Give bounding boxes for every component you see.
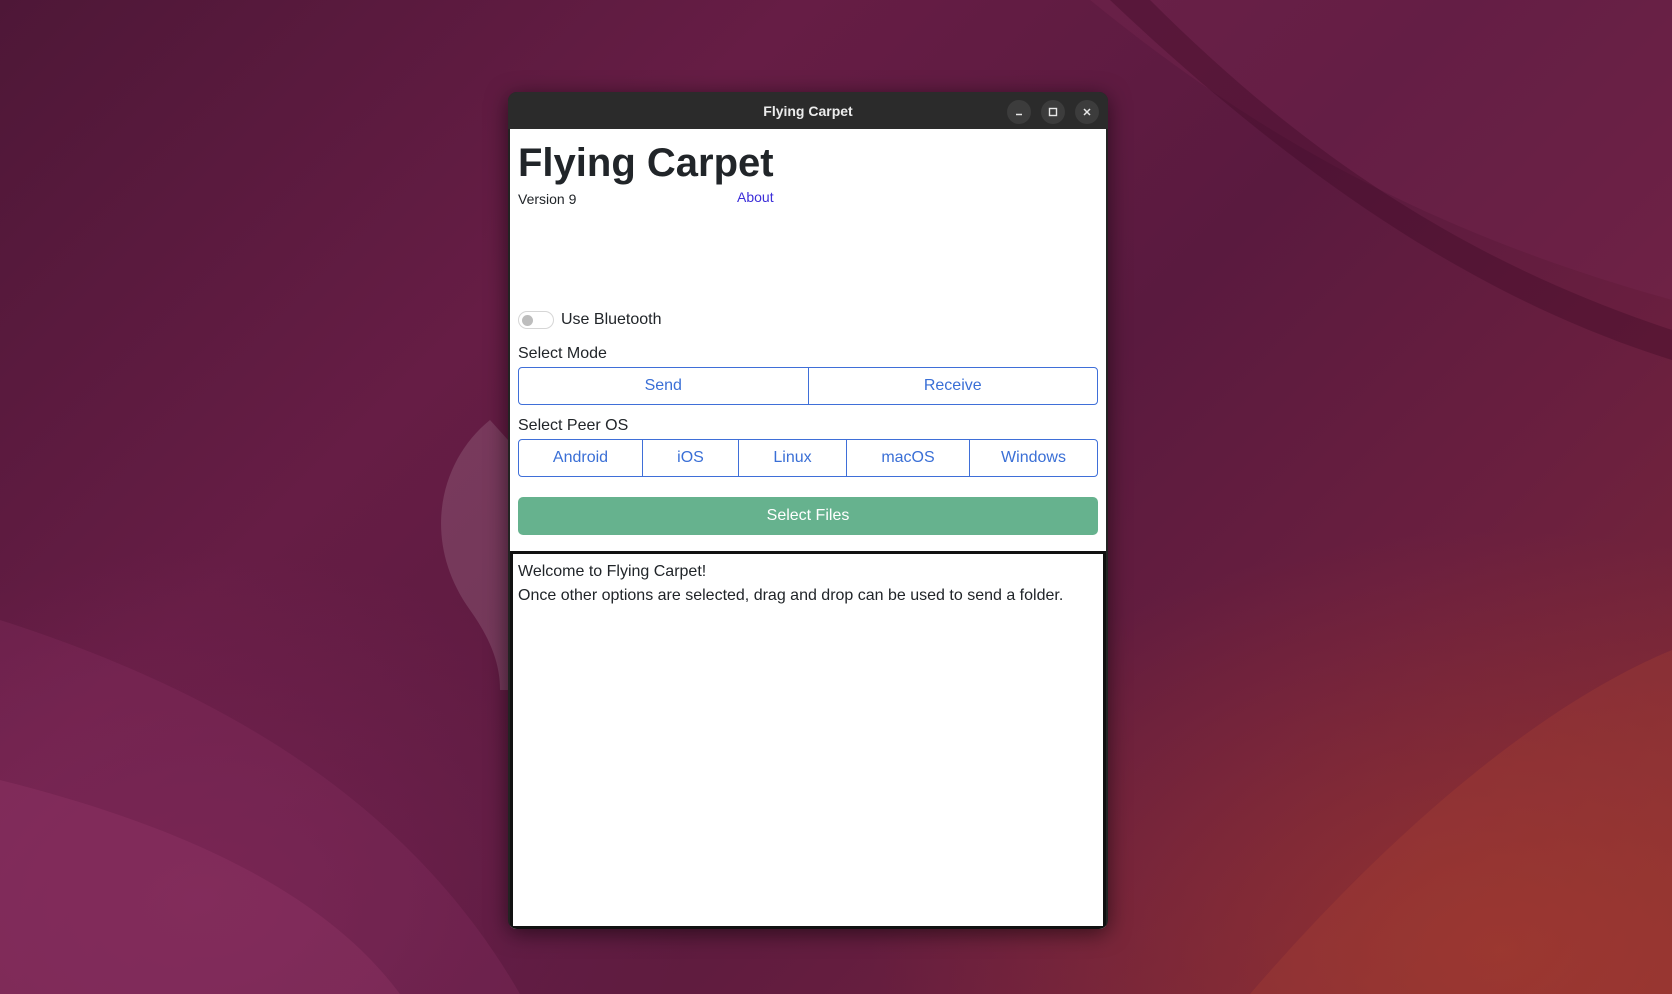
about-link[interactable]: About: [737, 189, 774, 205]
close-icon: [1083, 108, 1091, 116]
title-bar[interactable]: Flying Carpet: [508, 92, 1108, 129]
minimize-button[interactable]: [1007, 100, 1031, 124]
android-button[interactable]: Android: [518, 439, 643, 477]
windows-button[interactable]: Windows: [969, 439, 1098, 477]
bluetooth-row: Use Bluetooth: [518, 311, 662, 329]
window-title: Flying Carpet: [763, 102, 853, 119]
output-log[interactable]: Welcome to Flying Carpet! Once other opt…: [510, 551, 1106, 929]
app-content: Flying Carpet Version 9 About Use Blueto…: [510, 129, 1106, 929]
output-line: Welcome to Flying Carpet!: [518, 563, 707, 580]
macos-button[interactable]: macOS: [846, 439, 970, 477]
close-button[interactable]: [1075, 100, 1099, 124]
output-line: Once other options are selected, drag an…: [518, 587, 1064, 604]
maximize-icon: [1048, 107, 1058, 117]
select-mode-label: Select Mode: [518, 345, 607, 362]
peer-os-button-group: Android iOS Linux macOS Windows: [518, 439, 1098, 477]
window-controls: [1007, 100, 1099, 124]
bluetooth-label: Use Bluetooth: [561, 311, 662, 328]
send-button[interactable]: Send: [518, 367, 809, 405]
select-files-button[interactable]: Select Files: [518, 497, 1098, 535]
bluetooth-toggle[interactable]: [518, 311, 554, 329]
ios-button[interactable]: iOS: [642, 439, 739, 477]
app-window: Flying Carpet Flying Carpet Version 9 Ab…: [508, 92, 1108, 929]
app-heading: Flying Carpet: [518, 141, 774, 185]
version-label: Version 9: [518, 191, 577, 207]
maximize-button[interactable]: [1041, 100, 1065, 124]
receive-button[interactable]: Receive: [807, 367, 1098, 405]
select-peer-os-label: Select Peer OS: [518, 417, 629, 434]
toggle-knob: [522, 315, 533, 326]
mode-button-group: Send Receive: [518, 367, 1098, 405]
linux-button[interactable]: Linux: [738, 439, 847, 477]
ubuntu-logo-watermark: [441, 420, 508, 690]
minimize-icon: [1016, 113, 1022, 116]
